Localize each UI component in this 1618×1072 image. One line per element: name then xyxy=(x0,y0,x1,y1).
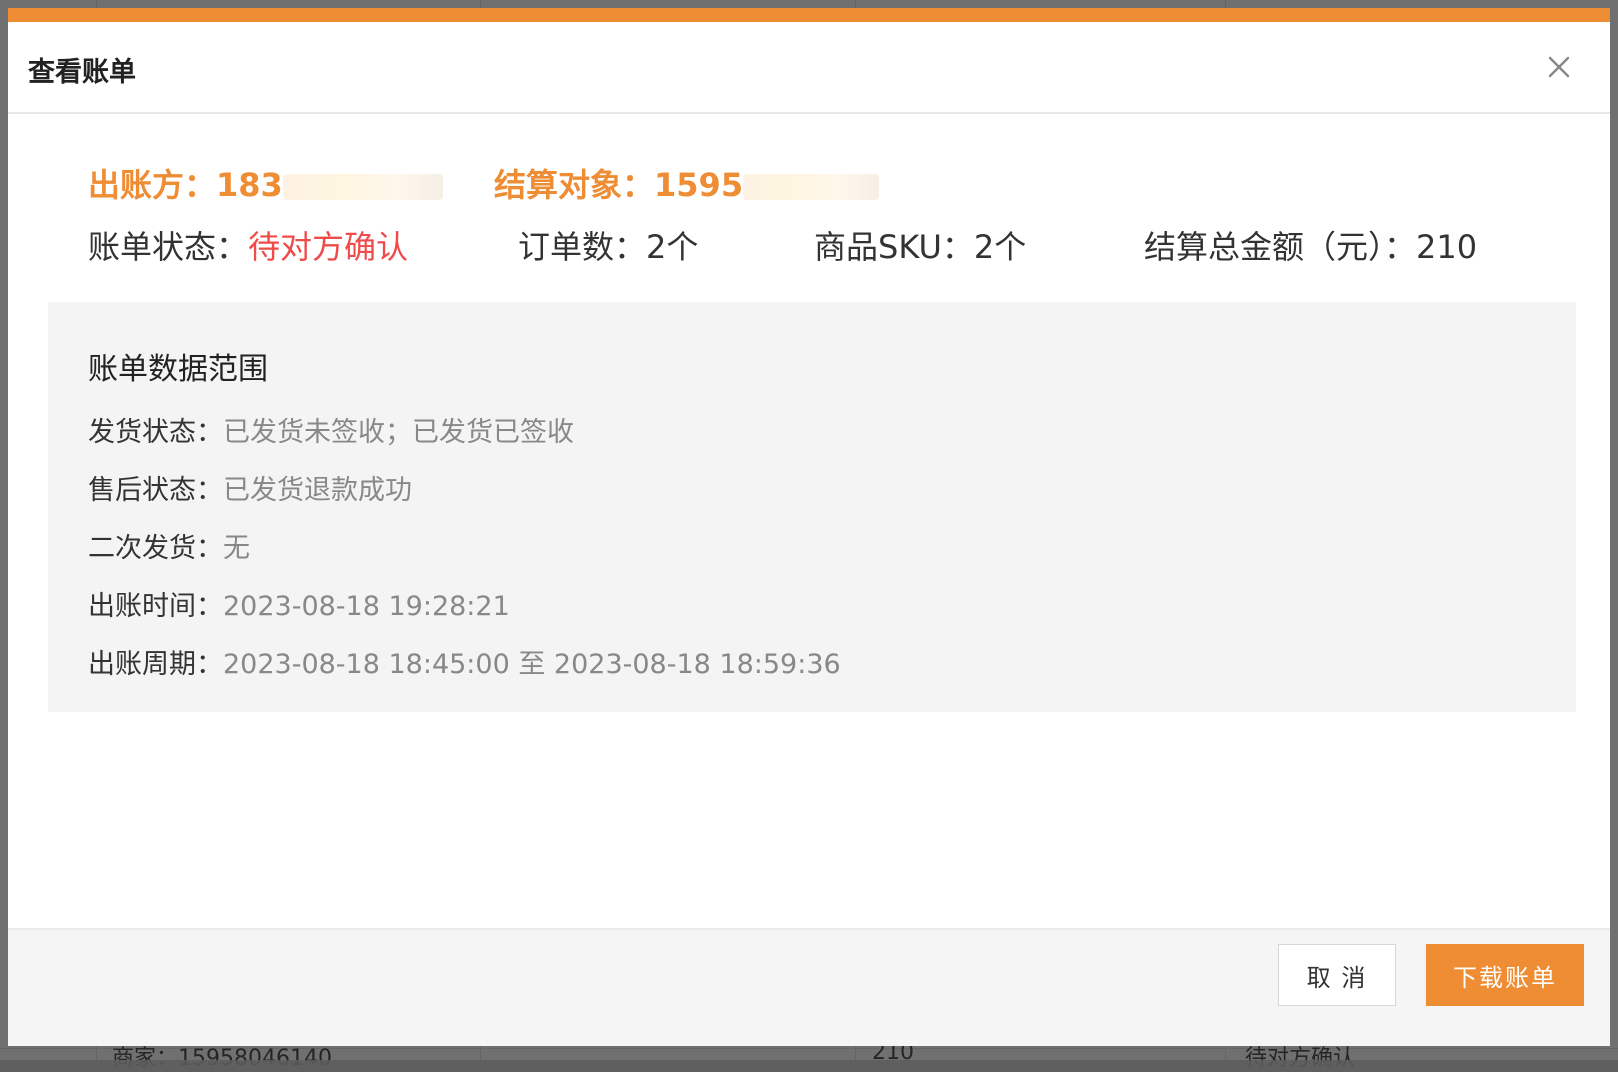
modal-footer: 取 消 下载账单 xyxy=(8,928,1610,1046)
field-label: 出账时间： xyxy=(88,591,223,622)
field-value: 已发货退款成功 xyxy=(223,475,412,506)
settlement-target-value: 1595 xyxy=(654,166,744,204)
bill-modal: 查看账单 出账方：183 结算对象：1595 账单状态：待对方确认 订单数：2个… xyxy=(8,8,1610,1046)
field-label: 售后状态： xyxy=(88,475,223,506)
field-label: 二次发货： xyxy=(88,533,223,564)
close-icon[interactable] xyxy=(1546,54,1572,80)
bill-status-label: 账单状态： xyxy=(88,228,249,266)
order-count-text: 订单数：2个 xyxy=(518,228,699,266)
modal-title: 查看账单 xyxy=(28,57,136,88)
field-value: 2023-08-18 18:45:00 至 2023-08-18 18:59:3… xyxy=(223,649,841,680)
field-value: 无 xyxy=(223,533,250,564)
bill-status-value: 待对方确认 xyxy=(248,228,409,266)
billing-time-row: 出账时间：2023-08-18 19:28:21 xyxy=(88,584,510,623)
settlement-target-field: 结算对象：1595 xyxy=(494,160,880,206)
field-value: 已发货未签收；已发货已签收 xyxy=(223,417,574,448)
total-amount-text: 结算总金额（元）：210 xyxy=(1144,228,1478,266)
download-bill-button[interactable]: 下载账单 xyxy=(1426,944,1584,1006)
sku-count-text: 商品SKU：2个 xyxy=(814,228,1027,266)
shipping-status-row: 发货状态：已发货未签收；已发货已签收 xyxy=(88,410,574,449)
scope-title: 账单数据范围 xyxy=(88,352,268,387)
field-value: 2023-08-18 19:28:21 xyxy=(223,591,510,622)
modal-header: 查看账单 xyxy=(8,22,1610,114)
bill-data-scope-panel: 账单数据范围 发货状态：已发货未签收；已发货已签收 售后状态：已发货退款成功 二… xyxy=(48,302,1576,712)
settlement-target-label: 结算对象： xyxy=(494,166,655,204)
billing-period-row: 出账周期：2023-08-18 18:45:00 至 2023-08-18 18… xyxy=(88,642,841,681)
bill-status-field: 账单状态：待对方确认 xyxy=(88,222,408,268)
cancel-button[interactable]: 取 消 xyxy=(1278,944,1396,1006)
issuer-field: 出账方：183 xyxy=(88,160,443,206)
reshipment-row: 二次发货：无 xyxy=(88,526,250,565)
redacted-mask xyxy=(282,174,443,200)
issuer-value: 183 xyxy=(216,166,283,204)
after-sale-status-row: 售后状态：已发货退款成功 xyxy=(88,468,412,507)
redacted-mask xyxy=(743,174,880,200)
issuer-label: 出账方： xyxy=(88,166,217,204)
field-label: 发货状态： xyxy=(88,417,223,448)
field-label: 出账周期： xyxy=(88,649,223,680)
